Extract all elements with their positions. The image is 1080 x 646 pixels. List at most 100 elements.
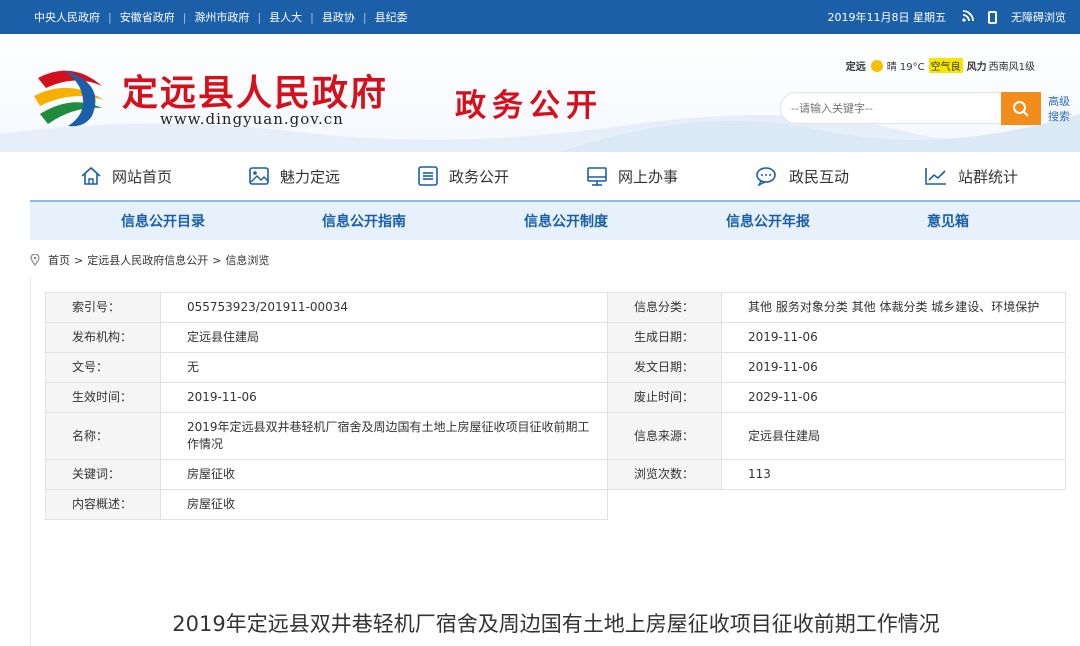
nav-item-online-services[interactable]: 网上办事	[586, 152, 678, 200]
site-url: www.dingyuan.gov.cn	[160, 110, 344, 128]
breadcrumb-info-public[interactable]: 定远县人民政府信息公开	[87, 252, 208, 268]
info-value-effective-date: 2019-11-06	[160, 382, 608, 413]
top-bar: 中央人民政府 | 安徽省政府 | 滁州市政府 | 县人大 | 县政协 | 县纪委 2019…	[0, 0, 1080, 34]
top-link[interactable]: 滁州市政府	[194, 9, 249, 25]
info-label-views: 浏览次数：	[607, 459, 722, 490]
info-label-doc-number: 文号：	[45, 352, 161, 383]
weather-city: 定远	[845, 62, 866, 73]
weather-condition: 晴 19°C	[886, 62, 925, 73]
breadcrumb-separator: >	[74, 253, 84, 267]
info-value-expiry-date: 2029-11-06	[721, 382, 1066, 413]
weather-widget: 定远 晴 19°C 空气良 风力 西南风1级	[846, 58, 1035, 73]
table-row: 关键词： 房屋征收 浏览次数： 113	[45, 459, 1066, 490]
info-label-keywords: 关键词：	[45, 459, 161, 490]
nav-item-label: 网站首页	[112, 167, 173, 186]
nav-item-interaction[interactable]: 政民互动	[755, 152, 849, 200]
nav-item-label: 魅力定远	[280, 167, 341, 186]
top-link-separator: |	[182, 10, 187, 24]
info-value-publisher: 定远县住建局	[160, 322, 608, 353]
home-icon	[81, 166, 101, 185]
subnav-item-catalog[interactable]: 信息公开目录	[121, 202, 205, 240]
empty-cell	[607, 489, 1066, 520]
picture-icon	[249, 167, 269, 185]
search-icon	[1013, 100, 1029, 117]
info-value-views: 113	[721, 459, 1066, 490]
chat-icon	[756, 167, 776, 186]
breadcrumb-current: 信息浏览	[225, 254, 270, 267]
table-row: 名称： 2019年定远县双井巷轻机厂宿舍及周边国有土地上房屋征收项目征收前期工作…	[45, 412, 1066, 460]
main-nav: 网站首页 魅力定远 政务公开 网上办事 政民互动 站群统计	[0, 152, 1080, 200]
air-quality-badge: 空气良	[928, 58, 963, 73]
monitor-icon	[587, 167, 607, 186]
top-link-separator: |	[257, 10, 262, 24]
info-table: 索引号： 055753923/201911-00034 信息分类： 其他 服务对…	[45, 292, 1066, 520]
list-icon	[418, 166, 438, 186]
breadcrumb-separator: >	[212, 253, 222, 267]
table-row: 文号： 无 发文日期： 2019-11-06	[45, 352, 1066, 383]
top-link-separator: |	[108, 10, 112, 24]
wind-value: 西南风1级	[988, 62, 1035, 73]
nav-item-label: 政民互动	[789, 167, 850, 186]
content-panel: 索引号： 055753923/201911-00034 信息分类： 其他 服务对…	[30, 278, 1080, 646]
chart-icon	[925, 168, 946, 185]
info-value-category: 其他 服务对象分类 其他 体裁分类 城乡建设、环境保护	[721, 292, 1066, 323]
subnav-item-system[interactable]: 信息公开制度	[524, 202, 608, 240]
nav-item-label: 网上办事	[618, 167, 679, 186]
breadcrumb: 首页 > 定远县人民政府信息公开 > 信息浏览	[30, 250, 269, 270]
info-value-index: 055753923/201911-00034	[160, 292, 608, 323]
nav-item-public-affairs[interactable]: 政务公开	[417, 152, 509, 200]
info-value-source: 定远县住建局	[721, 412, 1066, 460]
info-label-expiry-date: 废止时间：	[607, 382, 722, 413]
accessibility-link[interactable]: 无障碍浏览	[1011, 9, 1066, 25]
subnav-item-annual-report[interactable]: 信息公开年报	[726, 202, 810, 240]
top-link[interactable]: 县政协	[322, 9, 355, 25]
info-label-summary: 内容概述：	[45, 489, 161, 520]
site-logo[interactable]	[32, 64, 106, 130]
top-link[interactable]: 县人大	[269, 9, 302, 25]
section-title: 政务公开	[455, 88, 603, 124]
search-button[interactable]	[1001, 92, 1041, 125]
top-link-separator: |	[310, 10, 314, 24]
info-value-name: 2019年定远县双井巷轻机厂宿舍及周边国有土地上房屋征收项目征收前期工作情况	[160, 412, 608, 460]
article-title: 2019年定远县双井巷轻机厂宿舍及周边国有土地上房屋征收项目征收前期工作情况	[172, 612, 940, 636]
nav-item-label: 政务公开	[449, 167, 510, 186]
subnav-item-mailbox[interactable]: 意见箱	[927, 202, 969, 240]
info-value-doc-number: 无	[160, 352, 608, 383]
info-label-publisher: 发布机构：	[45, 322, 161, 353]
info-label-index: 索引号：	[45, 292, 161, 323]
nav-item-statistics[interactable]: 站群统计	[924, 152, 1018, 200]
nav-item-home[interactable]: 网站首页	[80, 152, 172, 200]
info-label-category: 信息分类：	[607, 292, 722, 323]
info-value-keywords: 房屋征收	[160, 459, 608, 490]
sub-nav: 信息公开目录 信息公开指南 信息公开制度 信息公开年报 意见箱	[30, 200, 1080, 240]
site-header: 定远县人民政府 www.dingyuan.gov.cn 政务公开 定远 晴 19…	[0, 34, 1080, 152]
wind-label: 风力	[966, 62, 987, 73]
nav-item-label: 站群统计	[958, 167, 1019, 186]
info-label-effective-date: 生效时间：	[45, 382, 161, 413]
table-row: 索引号： 055753923/201911-00034 信息分类： 其他 服务对…	[45, 292, 1066, 323]
table-row: 生效时间： 2019-11-06 废止时间： 2029-11-06	[45, 382, 1066, 413]
current-date: 2019年11月8日 星期五	[827, 11, 947, 24]
info-label-issue-date: 发文日期：	[607, 352, 722, 383]
top-links: 中央人民政府 | 安徽省政府 | 滁州市政府 | 县人大 | 县政协 | 县纪委	[34, 0, 408, 34]
info-label-name: 名称：	[45, 412, 161, 460]
sun-icon	[870, 59, 883, 72]
info-label-source: 信息来源：	[607, 412, 722, 460]
breadcrumb-home[interactable]: 首页	[48, 252, 70, 268]
info-value-summary: 房屋征收	[160, 489, 608, 520]
subnav-item-guide[interactable]: 信息公开指南	[322, 202, 406, 240]
top-link[interactable]: 县纪委	[375, 9, 408, 25]
top-link[interactable]: 中央人民政府	[34, 9, 100, 25]
nav-item-charm[interactable]: 魅力定远	[248, 152, 340, 200]
advanced-search-link[interactable]: 高级搜索	[1048, 94, 1078, 124]
info-label-created-date: 生成日期：	[607, 322, 722, 353]
search-input[interactable]	[791, 93, 1001, 123]
phone-icon[interactable]	[988, 10, 997, 24]
table-row: 发布机构： 定远县住建局 生成日期： 2019-11-06	[45, 322, 1066, 353]
info-value-issue-date: 2019-11-06	[721, 352, 1066, 383]
top-link[interactable]: 安徽省政府	[120, 9, 175, 25]
rss-icon[interactable]	[962, 9, 974, 25]
location-pin-icon	[30, 254, 40, 266]
site-title: 定远县人民政府	[122, 72, 389, 114]
info-value-created-date: 2019-11-06	[721, 322, 1066, 353]
